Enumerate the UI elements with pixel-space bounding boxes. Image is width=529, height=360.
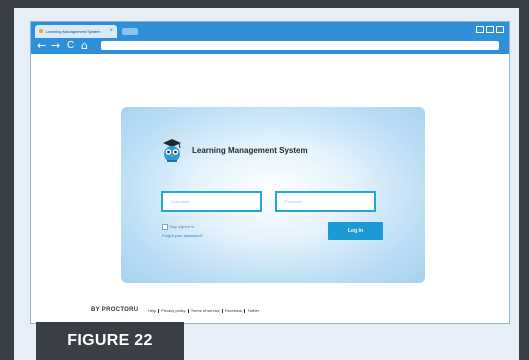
footer-divider (221, 308, 223, 313)
close-window-icon[interactable] (496, 26, 504, 33)
minimize-icon[interactable] (476, 26, 484, 33)
footer-divider (158, 308, 160, 313)
login-button[interactable]: Log In (328, 222, 383, 240)
footer-link-terms[interactable]: Terms of service (191, 308, 220, 313)
stay-signed-in-label: Stay signed in (169, 224, 195, 229)
figure-label: FIGURE 22 (36, 322, 184, 360)
password-input[interactable] (275, 191, 376, 212)
app-title: Learning Management System (192, 146, 308, 155)
footer-link-facebook[interactable]: Facebook (225, 308, 243, 313)
footer-divider (187, 308, 189, 313)
browser-tab[interactable]: Learning Management System × (35, 25, 117, 38)
reload-icon[interactable]: C (67, 39, 74, 53)
owl-mascot-icon (163, 139, 181, 162)
footer-brand: BY PROCTORU (91, 307, 139, 313)
username-input[interactable] (161, 191, 262, 212)
maximize-icon[interactable] (486, 26, 494, 33)
page-footer: BY PROCTORU Help Privacy policy Terms of s… (91, 307, 321, 315)
footer-link-twitter[interactable]: Twitter (247, 308, 259, 313)
back-icon[interactable]: ← (37, 39, 46, 53)
forward-icon[interactable]: → (51, 39, 60, 53)
browser-toolbar: ← → C ⌂ (31, 38, 509, 54)
new-tab-button[interactable] (122, 28, 138, 35)
tab-close-icon[interactable]: × (109, 25, 113, 38)
tab-bar: Learning Management System × (31, 22, 509, 38)
footer-links: Help Privacy policy Terms of service Facebo… (148, 308, 259, 313)
browser-window: Learning Management System × ← → C ⌂ Lea… (30, 21, 510, 324)
stay-signed-in-checkbox[interactable] (162, 224, 168, 230)
footer-link-help[interactable]: Help (148, 308, 156, 313)
stay-signed-in[interactable]: Stay signed in (162, 223, 282, 231)
favicon-icon (39, 29, 43, 33)
address-bar[interactable] (101, 41, 499, 50)
tab-title: Learning Management System (46, 29, 101, 34)
home-icon[interactable]: ⌂ (81, 39, 88, 53)
forgot-password-link[interactable]: Forgot your password? (162, 233, 203, 238)
footer-divider (244, 308, 246, 313)
footer-link-privacy[interactable]: Privacy policy (161, 308, 185, 313)
login-card: Learning Management System Stay signed i… (121, 107, 425, 283)
